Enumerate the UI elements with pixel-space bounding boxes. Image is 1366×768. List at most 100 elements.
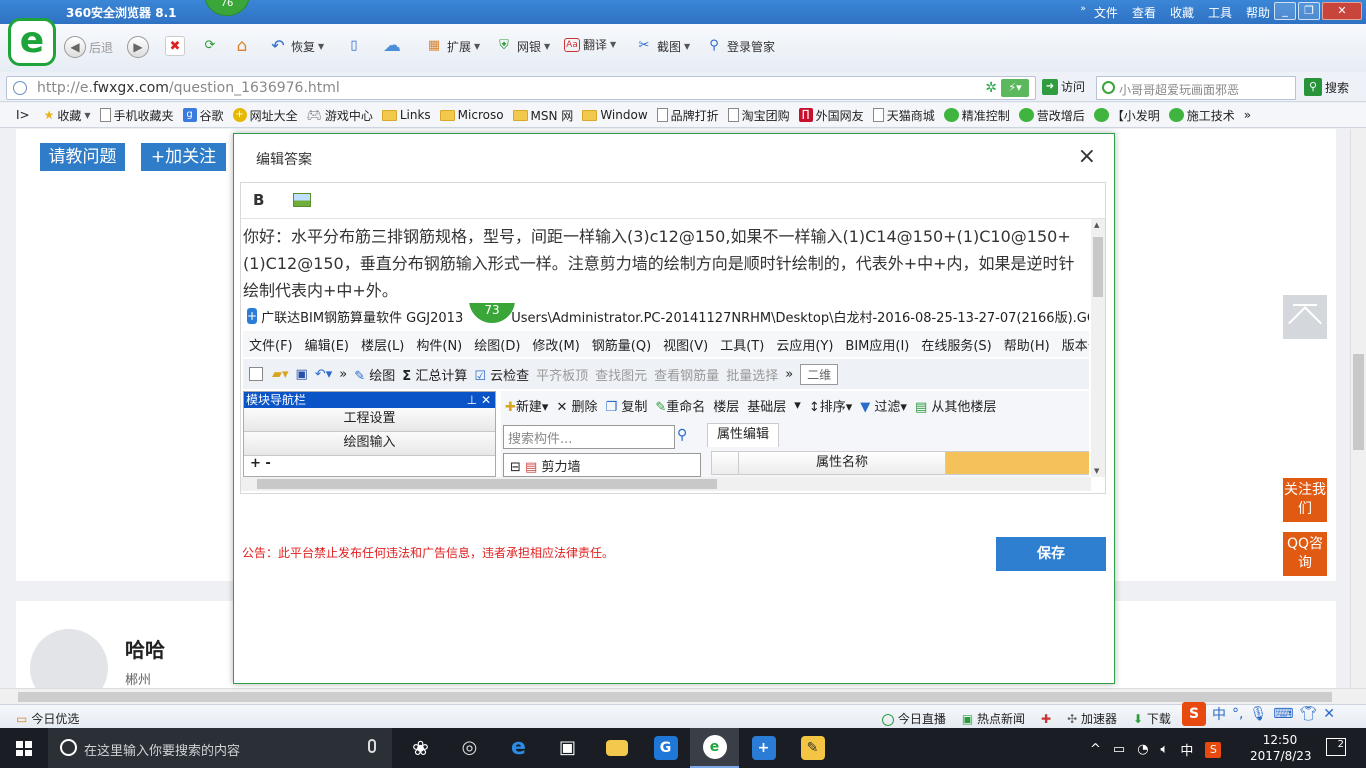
speedup-icon[interactable]: ✲ <box>985 80 997 96</box>
scroll-up-icon[interactable]: ▲ <box>1094 221 1099 229</box>
taskbar-app-glodon[interactable]: G <box>641 728 690 768</box>
taskbar-app-recorder[interactable]: ◎ <box>445 728 494 768</box>
menu-view[interactable]: 查看 <box>1132 4 1156 21</box>
scroll-down-icon[interactable]: ▼ <box>1094 467 1099 475</box>
screenshot-button[interactable]: ✂ 截图 ▼ <box>634 36 691 56</box>
answer-text[interactable]: 你好：水平分布筋三排钢筋规格，型号，间距一样输入(3)c12@150,如果不一样… <box>243 223 1089 304</box>
wifi-icon[interactable]: ◔ <box>1137 742 1148 757</box>
shirt-icon[interactable]: 👕︎ <box>1299 706 1317 722</box>
scroll-thumb[interactable] <box>1093 237 1103 297</box>
page-vertical-scrollbar[interactable] <box>1350 129 1366 688</box>
search-button[interactable]: ⚲ 搜索 <box>1304 78 1349 96</box>
follow-us-button[interactable]: 关注我们 <box>1283 478 1327 522</box>
cloud-button[interactable]: ☁ <box>378 36 406 56</box>
fav-item-precise[interactable]: 精准控制 <box>943 107 1010 124</box>
fav-item-microsoft[interactable]: Microso <box>439 108 504 122</box>
menu-tools[interactable]: 工具 <box>1208 4 1232 21</box>
menu-file[interactable]: 文件 <box>1094 4 1118 21</box>
menu-help[interactable]: 帮助 <box>1246 4 1270 21</box>
fav-item-tmall[interactable]: 天猫商城 <box>872 107 935 124</box>
taskbar-search[interactable]: 在这里输入你要搜索的内容 <box>48 728 392 768</box>
microphone-icon[interactable] <box>368 739 376 753</box>
taskbar-app-store[interactable]: ▣ <box>543 728 592 768</box>
plus-button[interactable]: ✚ <box>1041 712 1051 726</box>
fav-collect[interactable]: ★ 收藏 ▼ <box>44 107 91 124</box>
stop-button[interactable]: ✖ <box>165 36 185 56</box>
favbar-more[interactable]: » <box>1244 108 1251 122</box>
network-icon[interactable]: ▭ <box>1113 742 1125 757</box>
bank-button[interactable]: ⛨ 网银 ▼ <box>494 36 550 56</box>
download[interactable]: ⬇ 下载 <box>1133 710 1171 727</box>
fav-item-vat[interactable]: 营改增后 <box>1018 107 1085 124</box>
fav-item-msn[interactable]: MSN 网 <box>512 107 573 124</box>
taskbar-app-360browser[interactable]: e <box>690 728 739 768</box>
page-horizontal-scrollbar[interactable] <box>0 688 1366 704</box>
notification-center-icon[interactable]: 2 <box>1326 738 1346 756</box>
ime-mode[interactable]: 中 <box>1212 704 1226 724</box>
bold-button[interactable]: B <box>253 191 264 209</box>
maximize-button[interactable]: ❐ <box>1298 2 1320 20</box>
tray-expand-icon[interactable]: ^ <box>1090 742 1101 757</box>
editor-vertical-scrollbar[interactable]: ▲ ▼ <box>1091 219 1105 477</box>
today-pick[interactable]: ▭ 今日优选 <box>16 710 79 727</box>
scroll-thumb[interactable] <box>257 479 717 489</box>
fav-item-nav[interactable]: + 网址大全 <box>232 107 298 124</box>
fav-item-construction[interactable]: 施工技术 <box>1168 107 1235 124</box>
fav-item-google[interactable]: g 谷歌 <box>182 107 224 124</box>
fav-item-windows[interactable]: Window <box>582 108 648 122</box>
back-button[interactable]: ◀ 后退 <box>64 36 113 58</box>
taskbar-app-taskview[interactable]: ❀ <box>396 728 445 768</box>
answer-editor[interactable]: B 你好：水平分布筋三排钢筋规格，型号，间距一样输入(3)c12@150,如果不… <box>240 182 1106 494</box>
tools-icon[interactable]: ✕ <box>1323 706 1335 722</box>
sogou-icon[interactable]: S <box>1182 702 1206 726</box>
ask-question-button[interactable]: 请教问题 <box>40 143 125 171</box>
follow-button[interactable]: +加关注 <box>141 143 226 171</box>
user-name[interactable]: 哈哈 <box>125 634 165 663</box>
search-input[interactable]: 小哥哥超爱玩画面邪恶 <box>1096 76 1296 100</box>
close-icon[interactable]: × <box>1078 144 1096 169</box>
back-to-top-button[interactable] <box>1283 295 1327 340</box>
phone-button[interactable]: ▯ <box>344 36 364 56</box>
fav-item-games[interactable]: 🎮︎ 游戏中心 <box>307 107 373 124</box>
microphone-icon[interactable]: 🎙︎ <box>1249 706 1267 722</box>
login-manager-button[interactable]: ⚲ 登录管家 <box>704 36 775 56</box>
insert-image-icon[interactable] <box>293 193 311 207</box>
taskbar-app-gbim[interactable]: + <box>739 728 788 768</box>
tray-ime[interactable]: 中 <box>1180 740 1193 759</box>
refresh-button[interactable]: ⟳ <box>200 36 220 56</box>
minimize-button[interactable]: _ <box>1274 2 1296 20</box>
favbar-toggle[interactable]: I> <box>16 108 30 122</box>
fav-item-mobile[interactable]: 手机收藏夹 <box>99 107 174 124</box>
forward-button[interactable]: ▶ <box>127 36 149 58</box>
url-input[interactable]: http://e.fwxgx.com/question_1636976.html… <box>6 76 1036 100</box>
taskbar-app-edge[interactable]: e <box>494 728 543 768</box>
start-button[interactable] <box>0 728 48 768</box>
editor-horizontal-scrollbar[interactable] <box>241 477 1091 491</box>
scroll-thumb[interactable] <box>18 692 1332 702</box>
restore-button[interactable]: ↶ 恢复 ▼ <box>268 36 324 56</box>
punctuation-icon[interactable]: °, <box>1232 706 1243 722</box>
taskbar-app-explorer[interactable] <box>592 728 641 768</box>
qq-consult-button[interactable]: QQ咨询 <box>1283 532 1327 576</box>
today-live[interactable]: 今日直播 <box>882 710 946 727</box>
visit-button[interactable]: ➜ 访问 <box>1042 78 1085 95</box>
close-window-button[interactable]: ✕ <box>1322 2 1362 20</box>
scroll-thumb[interactable] <box>1353 354 1364 450</box>
fav-item-foreign[interactable]: ∏ 外国网友 <box>798 107 864 124</box>
accelerator[interactable]: ✣ 加速器 <box>1067 710 1117 727</box>
sogou-tray-icon[interactable]: S <box>1205 741 1222 758</box>
fav-item-invention[interactable]: 【小发明 <box>1093 107 1160 124</box>
extend-button[interactable]: ▦ 扩展 ▼ <box>424 36 480 56</box>
menu-collapse-icon[interactable]: » <box>1080 4 1086 21</box>
lightning-icon[interactable]: ⚡▾ <box>1001 79 1029 97</box>
hot-news[interactable]: ▣ 热点新闻 <box>962 710 1025 727</box>
translate-button[interactable]: Aa 翻译 ▼ <box>564 36 616 53</box>
keyboard-icon[interactable]: ⌨ <box>1273 706 1293 722</box>
save-button[interactable]: 保存 <box>996 537 1106 571</box>
fav-item-brand[interactable]: 品牌打折 <box>656 107 719 124</box>
fav-item-taobao[interactable]: 淘宝团购 <box>727 107 790 124</box>
notification-badge[interactable]: 76 <box>204 0 250 16</box>
taskbar-app-notes[interactable]: ✎ <box>788 728 837 768</box>
menu-favorites[interactable]: 收藏 <box>1170 4 1194 21</box>
home-button[interactable]: ⌂ <box>232 36 252 56</box>
